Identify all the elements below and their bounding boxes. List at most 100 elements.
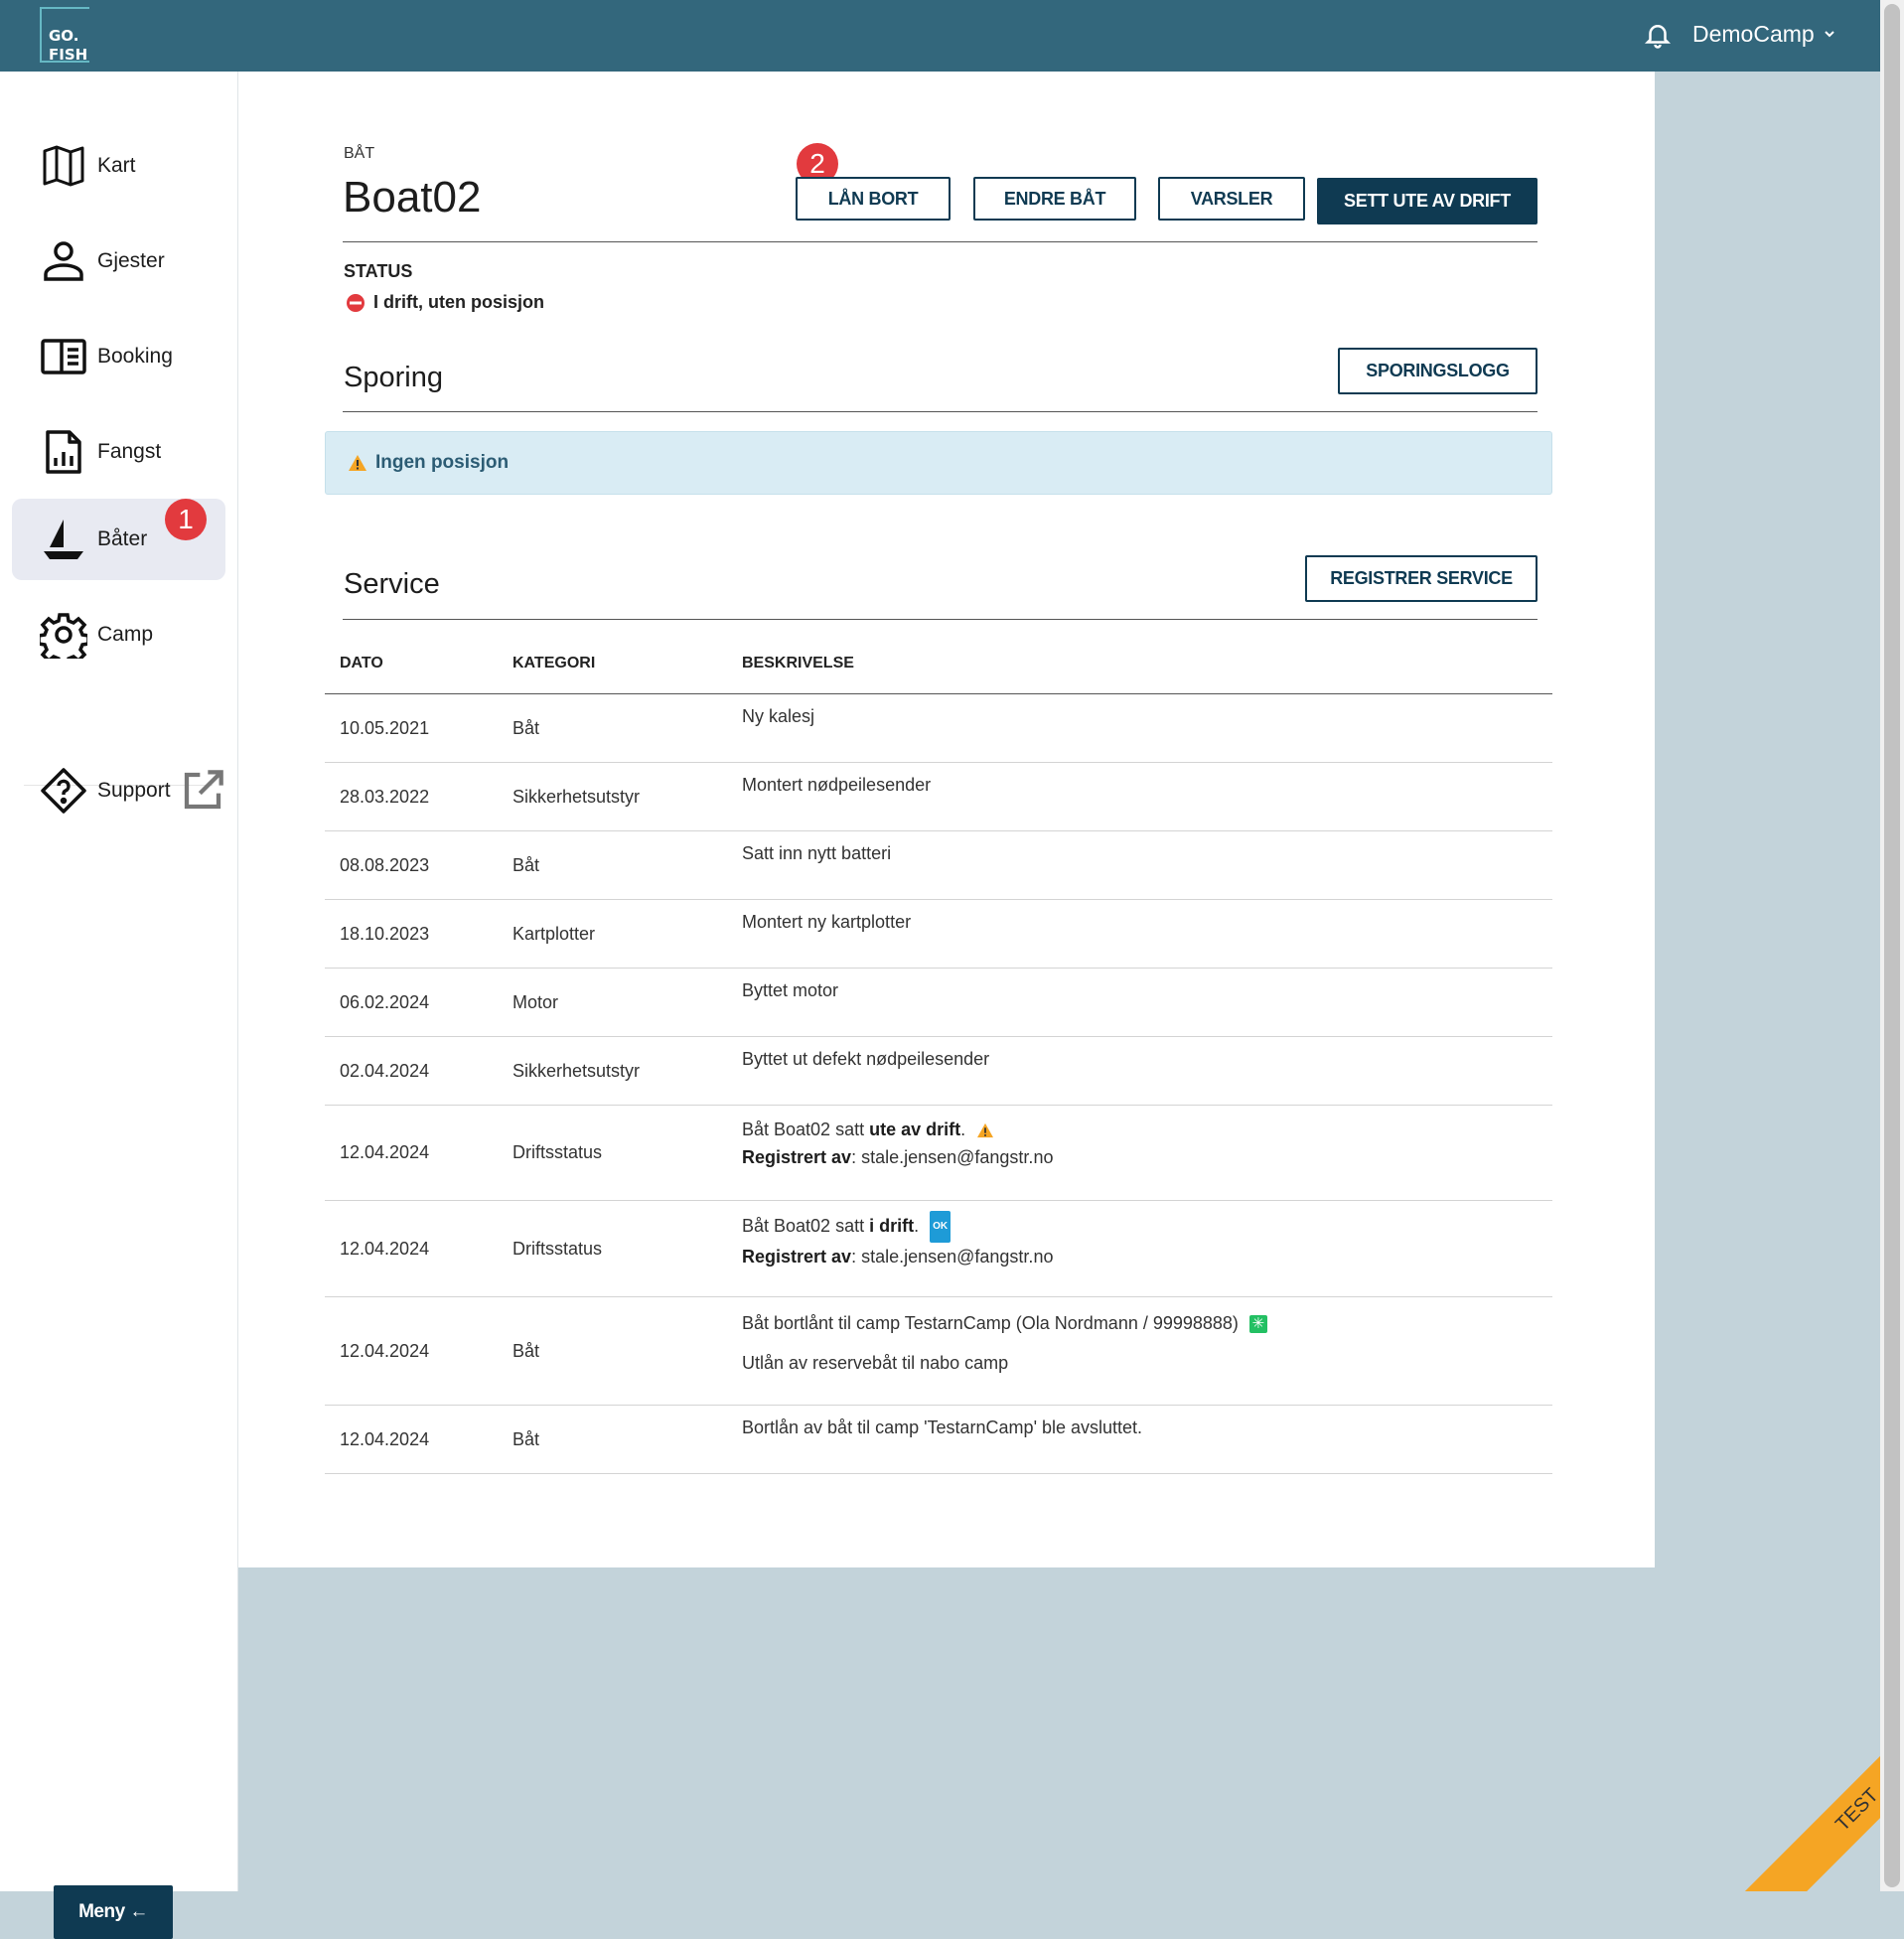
environment-label: TEST xyxy=(1729,1682,1880,1891)
person-icon xyxy=(44,241,83,281)
column-header-category[interactable]: KATEGORI xyxy=(498,634,727,694)
description-line: Båt Boat02 satt i drift. OK xyxy=(742,1211,1552,1243)
sidebar-item-fangst[interactable]: Fangst xyxy=(12,411,225,493)
sidebar-item-bater[interactable]: Båter 1 xyxy=(12,499,225,580)
cell-category: Kartplotter xyxy=(498,899,727,969)
description-line: Båt bortlånt til camp TestarnCamp (Ola N… xyxy=(742,1309,1552,1337)
registered-by-value: : stale.jensen@fangstr.no xyxy=(851,1147,1054,1167)
edit-boat-button[interactable]: ENDRE BÅT xyxy=(973,177,1136,221)
cell-description: Båt bortlånt til camp TestarnCamp (Ola N… xyxy=(727,1296,1552,1406)
book-icon xyxy=(41,339,86,374)
gofish-logo[interactable]: GO. FISH xyxy=(40,7,89,64)
vertical-scrollbar[interactable] xyxy=(1880,0,1904,1891)
cell-category: Driftsstatus xyxy=(498,1200,727,1297)
tracking-title: Sporing xyxy=(344,362,443,393)
register-service-button[interactable]: REGISTRER SERVICE xyxy=(1305,555,1538,602)
service-divider xyxy=(343,619,1538,620)
registered-by-label: Registrert av xyxy=(742,1147,852,1167)
cell-description: Bortlån av båt til camp 'TestarnCamp' bl… xyxy=(727,1405,1552,1474)
cell-category: Sikkerhetsutstyr xyxy=(498,1036,727,1106)
sidebar-item-booking[interactable]: Booking xyxy=(12,316,225,397)
warning-icon xyxy=(977,1123,994,1138)
desc-bold-text: ute av drift xyxy=(869,1119,961,1139)
scrollbar-thumb[interactable] xyxy=(1884,4,1900,1887)
description-line: Båt Boat02 satt ute av drift. xyxy=(742,1116,1552,1143)
cell-date: 12.04.2024 xyxy=(325,1200,498,1297)
sidebar-item-support[interactable]: Support xyxy=(12,750,225,831)
registered-by-line: Registrert av: stale.jensen@fangstr.no xyxy=(742,1243,1552,1270)
user-name: DemoCamp xyxy=(1692,20,1815,47)
environment-ribbon: TEST xyxy=(1688,1679,1880,1891)
desc-text-end: . xyxy=(914,1215,920,1236)
menu-toggle-button[interactable]: Meny ← xyxy=(54,1885,173,1939)
table-row: 06.02.2024 Motor Byttet motor xyxy=(325,968,1552,1037)
cell-description: Montert nødpeilesender xyxy=(727,762,1552,831)
table-row: 08.08.2023 Båt Satt inn nytt batteri xyxy=(325,830,1552,900)
ok-icon: OK xyxy=(930,1211,952,1243)
lend-out-button[interactable]: LÅN BORT xyxy=(796,177,951,221)
user-menu[interactable]: DemoCamp xyxy=(1692,18,1836,50)
chevron-down-icon xyxy=(1825,31,1834,38)
registered-by-value: : stale.jensen@fangstr.no xyxy=(851,1247,1054,1267)
sidebar-item-label: Camp xyxy=(97,623,154,646)
sidebar-item-kart[interactable]: Kart xyxy=(12,125,225,207)
header-divider xyxy=(343,241,1538,242)
table-row: 10.05.2021 Båt Ny kalesj xyxy=(325,693,1552,763)
sidebar-item-label: Kart xyxy=(97,154,136,177)
table-row: 12.04.2024 Driftsstatus Båt Boat02 satt … xyxy=(325,1105,1552,1201)
logo-text-line2: FISH xyxy=(49,46,88,64)
cell-date: 12.04.2024 xyxy=(325,1405,498,1474)
desc-text-end: . xyxy=(960,1119,966,1139)
status-label: STATUS xyxy=(344,261,413,281)
cell-description: Båt Boat02 satt i drift. OK Registrert a… xyxy=(727,1200,1552,1297)
sidebar-item-camp[interactable]: Camp xyxy=(12,594,225,675)
desc-text: Båt bortlånt til camp TestarnCamp (Ola N… xyxy=(742,1313,1239,1333)
desc-text: Båt Boat02 satt xyxy=(742,1215,870,1236)
cell-description: Ny kalesj xyxy=(727,693,1552,763)
desc-bold-text: i drift xyxy=(869,1215,915,1236)
column-header-description[interactable]: BESKRIVELSE xyxy=(727,634,1552,694)
cell-date: 28.03.2022 xyxy=(325,762,498,831)
page-title: Boat02 xyxy=(343,173,482,222)
cell-description: Montert ny kartplotter xyxy=(727,899,1552,969)
cell-date: 06.02.2024 xyxy=(325,968,498,1037)
cell-date: 10.05.2021 xyxy=(325,693,498,763)
sidebar: Kart Gjester Booking Fangst Båter 1 Camp xyxy=(0,72,238,1939)
asterisk-icon: ✳ xyxy=(1248,1315,1267,1334)
cell-date: 08.08.2023 xyxy=(325,830,498,900)
decommission-button[interactable]: SETT UTE AV DRIFT xyxy=(1317,178,1538,224)
column-header-date[interactable]: DATO xyxy=(325,634,498,694)
table-row: 02.04.2024 Sikkerhetsutstyr Byttet ut de… xyxy=(325,1036,1552,1106)
step-badge-1: 1 xyxy=(165,499,207,540)
sidebar-item-label: Booking xyxy=(97,345,173,368)
table-row: 12.04.2024 Båt Bortlån av båt til camp '… xyxy=(325,1405,1552,1474)
logo-text-line1: GO. xyxy=(49,27,79,45)
status-value: I drift, uten posisjon xyxy=(346,292,544,313)
tracking-log-button[interactable]: SPORINGSLOGG xyxy=(1338,348,1538,394)
sailboat-icon xyxy=(44,520,83,559)
cell-date: 18.10.2023 xyxy=(325,899,498,969)
cell-category: Båt xyxy=(498,1296,727,1406)
cell-description: Byttet motor xyxy=(727,968,1552,1037)
table-row: 18.10.2023 Kartplotter Montert ny kartpl… xyxy=(325,899,1552,969)
warning-icon xyxy=(349,455,366,471)
alert-text: Ingen posisjon xyxy=(375,452,510,473)
cell-category: Motor xyxy=(498,968,727,1037)
table-row: 28.03.2022 Sikkerhetsutstyr Montert nødp… xyxy=(325,762,1552,831)
cell-category: Båt xyxy=(498,830,727,900)
cell-category: Båt xyxy=(498,1405,727,1474)
table-header-row: DATO KATEGORI BESKRIVELSE xyxy=(325,634,1552,694)
cell-description: Båt Boat02 satt ute av drift. Registrert… xyxy=(727,1105,1552,1201)
cell-description: Byttet ut defekt nødpeilesender xyxy=(727,1036,1552,1106)
boat-eyebrow: BÅT xyxy=(344,145,375,162)
alerts-button[interactable]: VARSLER xyxy=(1158,177,1305,221)
sidebar-item-label: Support xyxy=(97,779,171,802)
report-icon xyxy=(46,430,81,474)
service-title: Service xyxy=(344,568,440,600)
table-row: 12.04.2024 Driftsstatus Båt Boat02 satt … xyxy=(325,1200,1552,1297)
help-diamond-icon xyxy=(41,768,86,814)
bell-icon[interactable] xyxy=(1643,19,1673,51)
sidebar-item-gjester[interactable]: Gjester xyxy=(12,221,225,302)
tracking-divider xyxy=(343,411,1538,412)
registered-by-label: Registrert av xyxy=(742,1247,852,1267)
